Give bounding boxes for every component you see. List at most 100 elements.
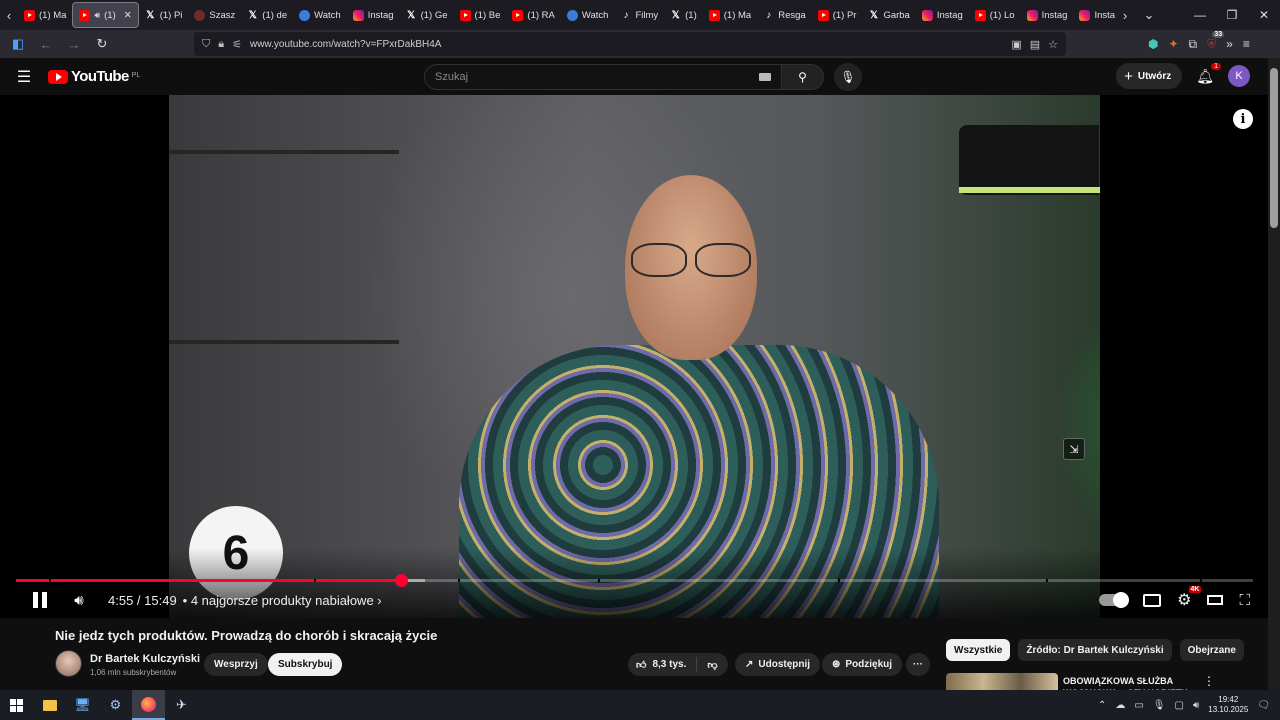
menu-hamburger-icon[interactable]: ≡ (1243, 37, 1250, 51)
overflow-chevron-icon[interactable]: » (1226, 37, 1233, 51)
browser-tab[interactable]: 𝕏 (1) Pi (139, 2, 189, 28)
browser-tab[interactable]: 𝕏 Garba (862, 2, 915, 28)
bookmark-star-icon[interactable]: ☆ (1048, 38, 1058, 51)
browser-tab[interactable]: Watch (561, 2, 615, 28)
notifications-bell-icon[interactable]: 🔔︎ 1 (1196, 62, 1221, 85)
video-frame[interactable] (169, 95, 1100, 618)
autoplay-toggle[interactable] (1099, 592, 1130, 608)
more-actions-button[interactable]: ··· (906, 653, 930, 676)
back-icon[interactable]: ← (34, 32, 58, 56)
recommendation-menu-icon[interactable]: ⋮ (1203, 674, 1215, 688)
browser-tab[interactable]: Instag (1021, 2, 1074, 28)
like-button[interactable]: 👍︎ 8,3 tys. (628, 657, 698, 672)
filter-chip[interactable]: Obejrzane (1179, 639, 1244, 661)
page-scrollbar[interactable] (1268, 58, 1280, 690)
share-button[interactable]: ↗ Udostępnij (735, 653, 821, 676)
remote-desktop-button[interactable]: 🖥︎ (66, 690, 99, 720)
create-button[interactable]: + Utwórz (1116, 63, 1183, 89)
steam-button[interactable]: ⚙ (99, 690, 132, 720)
browser-tab[interactable]: Instag (347, 2, 400, 28)
theater-mode-icon[interactable] (1207, 595, 1224, 605)
browser-tab[interactable]: (1) Pr (812, 2, 863, 28)
browser-tab[interactable]: Instag (916, 2, 969, 28)
tray-expand-icon[interactable]: ⌃ (1098, 700, 1106, 711)
search-input[interactable]: Szukaj (424, 64, 782, 90)
restore-icon[interactable]: ❐ (1216, 8, 1248, 22)
browser-tab[interactable]: (1) Ma (703, 2, 757, 28)
recommendation-thumbnail[interactable] (946, 673, 1058, 690)
volume-tray-icon[interactable]: 🔊︎ (1193, 700, 1199, 711)
thanks-button[interactable]: ⊛ Podziękuj (822, 653, 903, 676)
channel-name[interactable]: Dr Bartek Kulczyński (90, 653, 200, 665)
browser-tab[interactable]: (1) RA (506, 2, 560, 28)
minimize-icon[interactable]: — (1184, 8, 1216, 22)
video-player[interactable]: i ⇲ 6 🔊︎ 4:55 / 15:49 • 4 najgorsze prod… (0, 95, 1268, 618)
url-text[interactable]: www.youtube.com/watch?v=FPxrDakBH4A (250, 39, 441, 50)
vpn-extension-icon[interactable]: ⬢ (1148, 37, 1158, 51)
chapter-title-button[interactable]: • 4 najgorsze produkty nabiałowe › (183, 593, 382, 608)
browser-tab[interactable]: Insta (1073, 2, 1116, 28)
forward-icon[interactable]: → (62, 32, 86, 56)
browser-tab[interactable]: (1) Ma (18, 2, 72, 28)
picture-in-picture-icon[interactable]: ⇲ (1063, 438, 1085, 460)
extensions-puzzle-icon[interactable]: ⧉ (1189, 37, 1198, 52)
scrollbar-thumb[interactable] (1270, 68, 1278, 228)
shield-icon[interactable]: ⛉ (202, 38, 210, 51)
tab-audio-icon[interactable]: 🔊︎ (94, 10, 100, 21)
channel-avatar[interactable] (55, 650, 82, 677)
display-icon[interactable]: ▢ (1174, 700, 1183, 711)
browser-tab[interactable]: ♪ Resga (757, 2, 811, 28)
filter-chip[interactable]: Źródło: Dr Bartek Kulczyński (1018, 639, 1172, 661)
browser-tab[interactable]: 𝕏 (1) Ge (400, 2, 454, 28)
browser-tab[interactable]: 🔊︎ (1) ✕ (72, 2, 139, 28)
search-button[interactable]: ⚲ (782, 64, 824, 90)
notification-center-icon[interactable]: 🗨︎ (1257, 700, 1270, 711)
tab-scroll-left-icon[interactable]: ‹ (0, 0, 18, 30)
mic-tray-icon[interactable]: 🎙︎ (1153, 700, 1166, 711)
pip-toggle-icon[interactable]: ▣ (1011, 38, 1021, 51)
voice-search-button[interactable]: 🎙︎ (834, 63, 862, 91)
tab-scroll-right-icon[interactable]: › (1116, 0, 1134, 30)
youtube-logo[interactable]: YouTube PL (48, 68, 140, 85)
info-icon[interactable]: i (1233, 109, 1253, 129)
reload-icon[interactable]: ↻ (90, 32, 114, 56)
progress-bar[interactable] (16, 574, 1253, 587)
close-window-icon[interactable]: ✕ (1248, 8, 1280, 22)
browser-tab[interactable]: (1) Lo (969, 2, 1021, 28)
filter-chip[interactable]: Wszystkie (946, 639, 1011, 661)
sidebar-toggle-icon[interactable]: ◧ (6, 32, 30, 56)
address-bar[interactable]: ⛉ 🔒︎ ⚟ www.youtube.com/watch?v=FPxrDakBH… (194, 32, 1066, 56)
clock[interactable]: 19:42 13.10.2025 (1208, 695, 1248, 715)
pause-button[interactable] (20, 587, 60, 613)
subscribe-button[interactable]: Subskrybuj (268, 653, 343, 676)
app-button[interactable]: ✈ (165, 690, 198, 720)
firefox-button[interactable] (132, 690, 165, 720)
browser-tab[interactable]: Watch (293, 2, 347, 28)
browser-tab[interactable]: (1) Be (454, 2, 507, 28)
browser-tab[interactable]: 𝕏 (1) de (241, 2, 293, 28)
file-explorer-button[interactable] (33, 690, 66, 720)
start-button[interactable] (0, 690, 33, 720)
browser-tab[interactable]: 𝕏 (1) (664, 2, 703, 28)
tab-list-dropdown-icon[interactable]: ⌄ (1134, 0, 1164, 30)
settings-gear-icon[interactable]: ⚙ 4K (1177, 586, 1202, 610)
join-button[interactable]: Wesprzyj (204, 653, 268, 676)
ublock-extension-icon[interactable]: ⛨ 33 (1207, 30, 1225, 52)
tab-close-icon[interactable]: ✕ (124, 10, 132, 21)
guide-menu-icon[interactable]: ☰ (0, 67, 48, 87)
addon-extension-icon[interactable]: ✦ (1168, 37, 1178, 51)
network-icon[interactable]: ▭ (1134, 700, 1143, 711)
account-avatar[interactable]: K (1228, 65, 1250, 87)
keyboard-icon[interactable] (759, 73, 771, 81)
subtitles-icon[interactable] (1143, 593, 1162, 607)
reader-view-icon[interactable]: ▤ (1030, 38, 1040, 51)
volume-icon[interactable]: 🔊︎ (60, 587, 98, 613)
browser-tab[interactable]: Szasz (188, 2, 241, 28)
fullscreen-icon[interactable]: ⛶ (1239, 592, 1250, 609)
onedrive-icon[interactable]: ☁ (1115, 700, 1125, 711)
progress-scrubber-handle[interactable] (394, 574, 408, 587)
dislike-button[interactable]: 👎︎ (697, 659, 727, 671)
permissions-icon[interactable]: ⚟ (232, 38, 242, 51)
lock-icon[interactable]: 🔒︎ (218, 38, 224, 51)
browser-tab[interactable]: ♪ Filmy (614, 2, 664, 28)
